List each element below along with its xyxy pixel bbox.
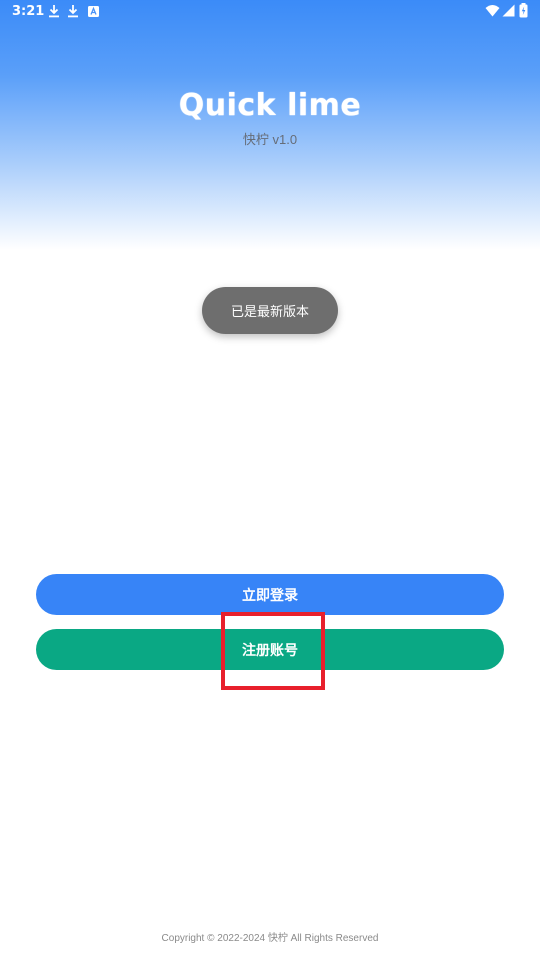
a-box-icon [88,5,99,20]
login-button[interactable]: 立即登录 [36,574,504,615]
signal-icon [502,4,515,20]
wifi-icon [485,4,500,20]
download-icon [48,4,60,21]
toast-message: 已是最新版本 [202,287,338,334]
download-icon [67,4,79,21]
status-time: 3:21 [12,4,45,19]
app-subtitle: 快柠 v1.0 [242,132,298,147]
copyright-footer: Copyright © 2022-2024 快柠 All Rights Rese… [161,933,379,944]
status-bar: 3:21 [0,0,540,24]
header-gradient [0,0,540,250]
app-title: Quick lime [178,88,362,123]
battery-charging-icon [519,3,528,21]
app-screen: 3:21 Quick lime 快柠 v1.0 已是最新版本 立即登录 注册账号… [0,0,540,960]
register-button[interactable]: 注册账号 [36,629,504,670]
